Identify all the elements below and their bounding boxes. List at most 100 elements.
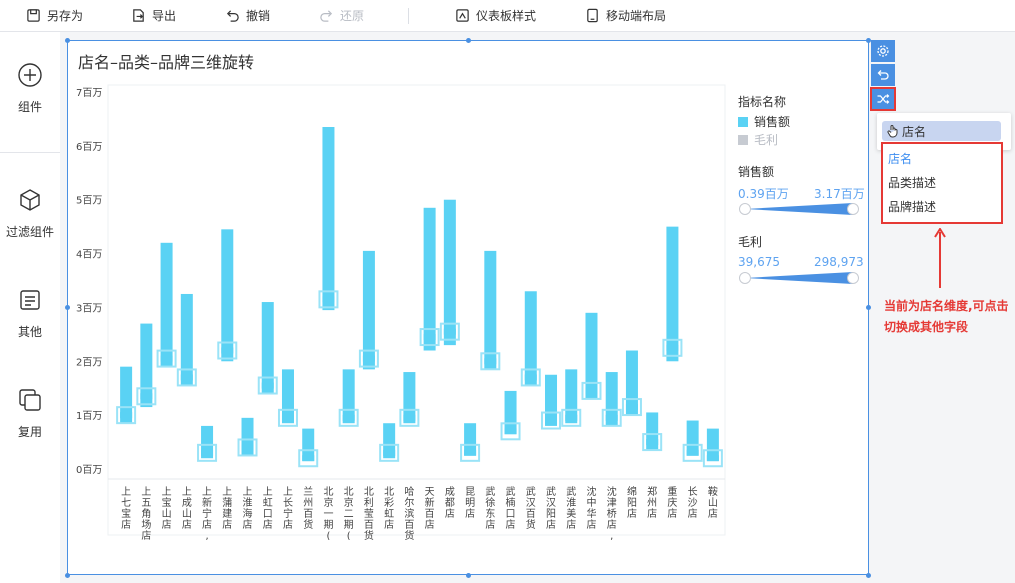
save-as-button[interactable]: 另存为 <box>26 0 83 31</box>
dropdown-option-store[interactable]: 店名 <box>888 150 912 167</box>
dropdown-option-brand[interactable]: 品牌描述 <box>888 198 936 215</box>
profit-marker-fill <box>625 404 638 411</box>
sidebar-label-components: 组件 <box>17 100 42 114</box>
x-tick-label: 店 <box>202 518 212 531</box>
resize-handle-tl[interactable] <box>65 38 70 43</box>
resize-handle-bl[interactable] <box>65 573 70 578</box>
x-tick-label: 店 <box>121 518 131 531</box>
x-tick-label: , <box>610 531 613 540</box>
x-tick-label: 阳 <box>627 497 637 509</box>
redo-button[interactable]: 还原 <box>319 0 364 31</box>
x-tick-label: 莹 <box>364 508 374 520</box>
sidebar-item-filter-components[interactable]: 过滤组件 <box>0 187 60 240</box>
x-tick-label: 中 <box>586 496 596 509</box>
x-tick-label: 店 <box>506 518 516 531</box>
x-tick-label: 宝 <box>121 507 131 520</box>
x-tick-label: 沙 <box>688 497 698 509</box>
y-tick-label: 6百万 <box>76 141 102 153</box>
x-tick-label: 武 <box>566 485 576 498</box>
resize-handle-br[interactable] <box>866 573 871 578</box>
x-tick-label: 上 <box>222 486 232 498</box>
plus-circle-icon <box>18 63 42 87</box>
sidebar-label-reuse: 复用 <box>17 425 42 439</box>
export-button[interactable]: 导出 <box>131 0 176 31</box>
x-tick-label: ( <box>347 531 351 540</box>
dropdown-option-category[interactable]: 品类描述 <box>888 174 936 191</box>
widget-title: 店名–品类–品牌三维旋转 <box>78 53 255 72</box>
x-tick-label: 店 <box>647 507 657 520</box>
mobile-icon <box>587 8 598 23</box>
legend-item-sales[interactable]: 销售额 <box>738 113 790 130</box>
toolbar-divider <box>408 8 409 24</box>
sales-range-bar <box>585 312 598 399</box>
profit-marker-fill <box>383 449 396 456</box>
profit-marker-fill <box>362 355 375 362</box>
y-tick-label: 0百万 <box>76 464 102 476</box>
sales-range-slider[interactable] <box>738 200 862 218</box>
x-tick-label: 利 <box>364 497 374 509</box>
x-tick-label: 徐 <box>485 496 495 509</box>
legend-swatch-sales <box>738 116 748 127</box>
x-tick-label: 建 <box>222 507 232 520</box>
x-tick-label: 店 <box>607 518 617 531</box>
sidebar-item-reuse[interactable]: 复用 <box>0 387 60 440</box>
x-tick-label: 长 <box>283 497 293 509</box>
sales-range-bar <box>322 127 335 311</box>
sales-slider-min-handle[interactable] <box>739 203 751 215</box>
resize-handle-t[interactable] <box>466 38 471 43</box>
save-icon <box>27 9 40 22</box>
x-tick-label: 淮 <box>243 497 253 509</box>
x-tick-label: 武 <box>506 485 516 498</box>
x-tick-label: 武 <box>546 485 556 498</box>
x-tick-label: 百 <box>526 508 536 520</box>
top-toolbar: 另存为 导出 撤销 还原 仪表板样式 移动端布局 <box>0 0 1015 32</box>
profit-slider-min-handle[interactable] <box>739 272 751 284</box>
sales-range-bar <box>666 226 679 362</box>
x-tick-label: 店 <box>485 518 495 531</box>
undo-icon <box>226 10 239 22</box>
sidebar-item-other[interactable]: 其他 <box>0 287 60 340</box>
x-tick-label: 百 <box>303 508 313 520</box>
legend-item-profit[interactable]: 毛利 <box>738 131 778 148</box>
x-tick-label: 成 <box>182 497 192 509</box>
palette-icon <box>456 9 469 22</box>
profit-range-slider[interactable] <box>738 269 862 287</box>
dimension-dropdown: 店名 品类描述 品牌描述 <box>881 142 1003 224</box>
x-tick-label: 汉 <box>546 497 556 509</box>
copy-stack-icon <box>19 389 41 411</box>
widget-undo-button[interactable] <box>871 64 895 86</box>
profit-marker-fill <box>281 414 294 421</box>
x-tick-label: 货 <box>364 529 374 540</box>
widget-settings-button[interactable] <box>871 40 895 62</box>
dashboard-style-button[interactable]: 仪表板样式 <box>455 0 536 31</box>
y-tick-label: 3百万 <box>76 302 102 314</box>
dimension-switch-button[interactable] <box>870 87 896 111</box>
undo-button[interactable]: 撤销 <box>225 0 270 31</box>
x-tick-label: 上 <box>141 486 151 498</box>
sidebar-item-components[interactable]: 组件 <box>0 62 60 115</box>
resize-handle-b[interactable] <box>466 573 471 578</box>
mobile-layout-button[interactable]: 移动端布局 <box>585 0 666 31</box>
x-tick-label: 上 <box>283 486 293 498</box>
x-tick-label: 尔 <box>404 496 414 509</box>
x-tick-label: 州 <box>647 497 657 509</box>
x-tick-label: 店 <box>445 507 455 520</box>
x-tick-label: 店 <box>708 507 718 520</box>
resize-handle-r[interactable] <box>866 305 871 310</box>
x-tick-label: 新 <box>425 496 435 509</box>
x-tick-label: 彩 <box>384 497 394 509</box>
sales-slider-max-handle[interactable] <box>847 203 859 215</box>
x-tick-label: 美 <box>566 507 576 520</box>
x-tick-label: 期 <box>323 519 333 531</box>
sales-slider-track <box>745 203 853 215</box>
profit-marker-fill <box>322 296 335 303</box>
legend-label-sales: 销售额 <box>754 115 791 129</box>
undo-arrow-icon <box>877 70 889 80</box>
x-tick-label: 上 <box>202 486 212 498</box>
x-tick-label: 鞍 <box>708 485 718 498</box>
profit-marker-fill <box>666 344 679 351</box>
current-dimension-chip[interactable]: 店名 <box>882 121 1001 141</box>
x-tick-label: 货 <box>303 518 313 531</box>
profit-range-min: 39,675 <box>738 255 780 269</box>
profit-slider-max-handle[interactable] <box>847 272 859 284</box>
